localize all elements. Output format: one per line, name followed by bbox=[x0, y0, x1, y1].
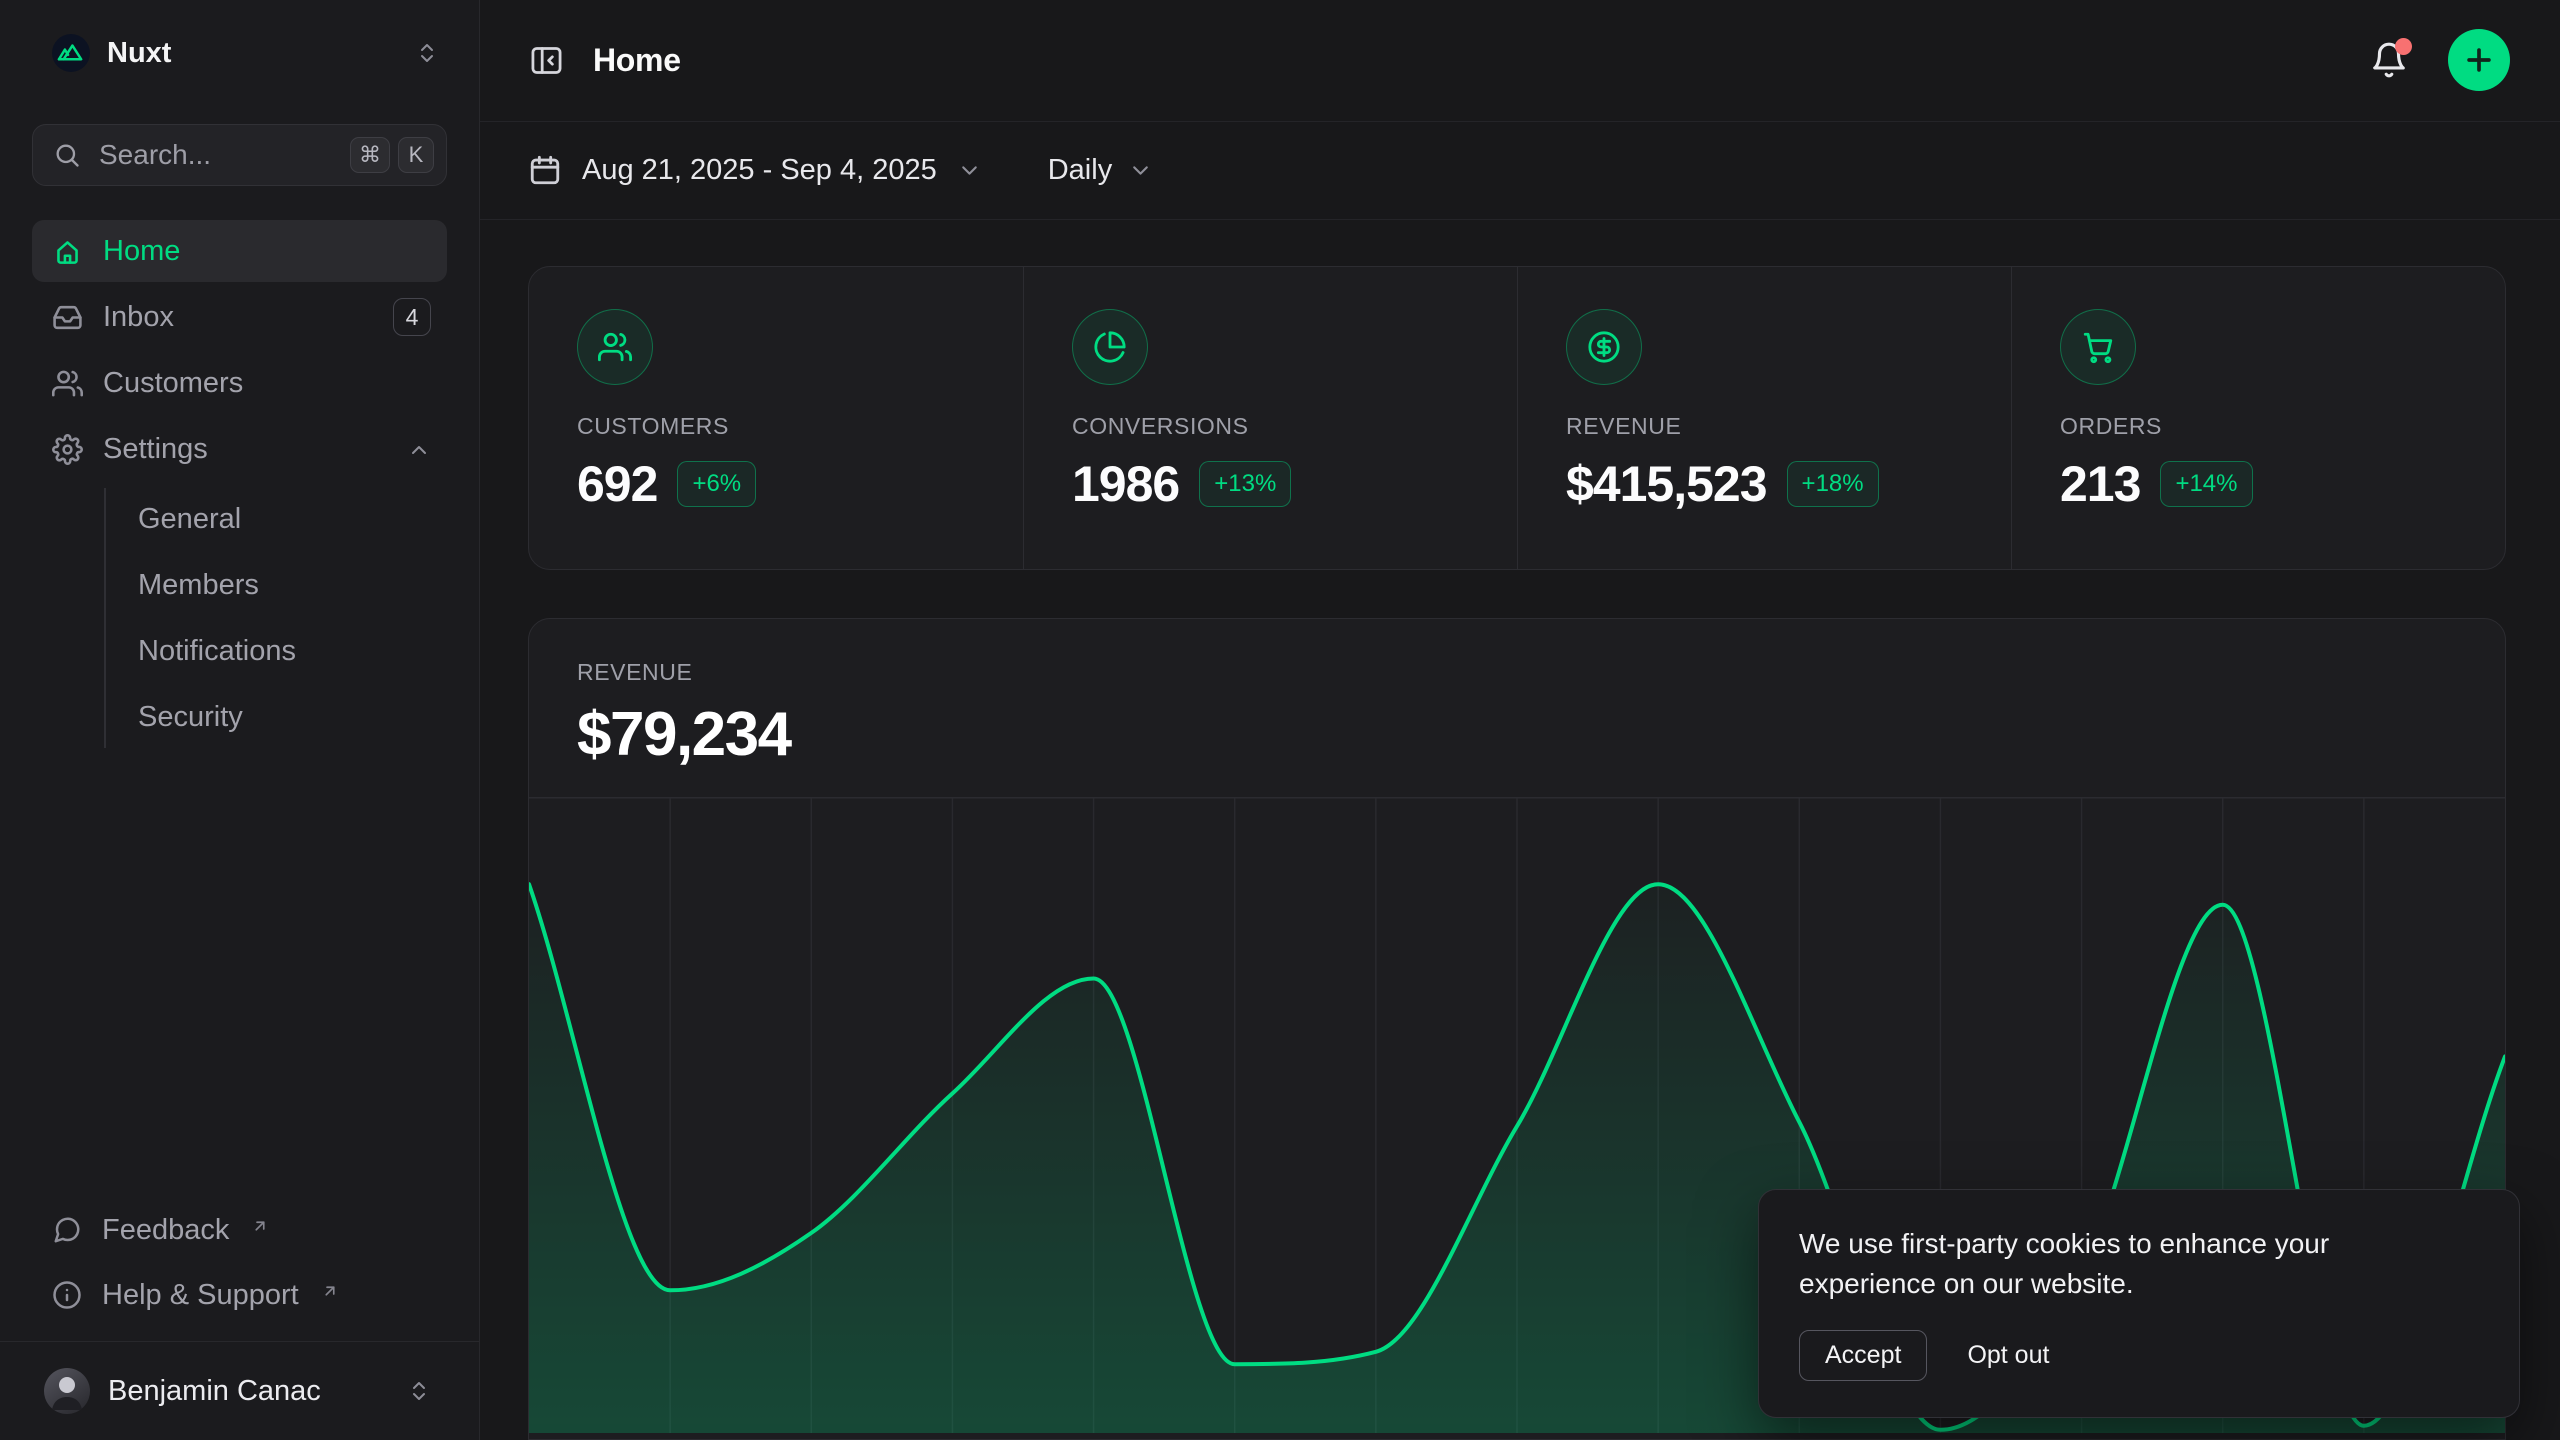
opt-out-button[interactable]: Opt out bbox=[1967, 1341, 2049, 1370]
accept-button[interactable]: Accept bbox=[1799, 1330, 1927, 1381]
stat-orders: ORDERS 213 +14% bbox=[2011, 267, 2505, 569]
cookie-banner: We use first-party cookies to enhance yo… bbox=[1758, 1189, 2520, 1418]
stat-value: 1986 bbox=[1072, 455, 1179, 513]
sidebar-item-label: Customers bbox=[103, 367, 243, 400]
sidebar-item-general[interactable]: General bbox=[106, 488, 415, 550]
header-right bbox=[2370, 29, 2510, 91]
sidebar-item-feedback[interactable]: Feedback bbox=[32, 1202, 447, 1258]
search-shortcut: ⌘ K bbox=[350, 137, 434, 173]
cookie-message: We use first-party cookies to enhance yo… bbox=[1799, 1224, 2459, 1304]
users-icon bbox=[577, 309, 653, 385]
sidebar-item-label: Feedback bbox=[102, 1214, 229, 1247]
inbox-unread-badge: 4 bbox=[393, 298, 431, 336]
chevron-down-icon bbox=[957, 158, 982, 183]
chevrons-up-down-icon bbox=[407, 1379, 431, 1403]
stat-value: 213 bbox=[2060, 455, 2140, 513]
chevrons-up-down-icon bbox=[415, 41, 439, 65]
revenue-label: REVENUE bbox=[577, 659, 2457, 686]
revenue-total-value: $79,234 bbox=[577, 699, 2457, 770]
nuxt-logo bbox=[52, 34, 90, 72]
panel-left-close-icon[interactable] bbox=[528, 42, 565, 79]
plus-icon bbox=[2462, 43, 2496, 77]
sidebar-item-help-support[interactable]: Help & Support bbox=[32, 1267, 447, 1323]
search-input[interactable]: Search... ⌘ K bbox=[32, 124, 447, 186]
cookie-actions: Accept Opt out bbox=[1799, 1330, 2479, 1381]
message-circle-icon bbox=[52, 1215, 82, 1245]
main-header: Home bbox=[480, 0, 2560, 122]
sidebar-item-label: Settings bbox=[103, 433, 208, 466]
settings-children: General Members Notifications Security bbox=[104, 488, 415, 748]
sidebar-nav: Home Inbox 4 Customers Settings bbox=[32, 220, 447, 748]
sidebar-item-home[interactable]: Home bbox=[32, 220, 447, 282]
sidebar-item-security[interactable]: Security bbox=[106, 686, 415, 748]
sidebar-item-label: Help & Support bbox=[102, 1279, 299, 1312]
granularity-select[interactable]: Daily bbox=[1048, 154, 1153, 187]
date-range-label: Aug 21, 2025 - Sep 4, 2025 bbox=[582, 154, 937, 187]
sidebar-item-label: Home bbox=[103, 235, 180, 268]
stat-delta-badge: +13% bbox=[1199, 461, 1291, 507]
inbox-icon bbox=[52, 302, 83, 333]
stat-label: REVENUE bbox=[1566, 413, 1963, 440]
sidebar-user-section: Benjamin Canac bbox=[0, 1341, 479, 1440]
gear-icon bbox=[52, 434, 83, 465]
stat-label: ORDERS bbox=[2060, 413, 2457, 440]
stat-customers: CUSTOMERS 692 +6% bbox=[529, 267, 1023, 569]
search-icon bbox=[53, 141, 81, 169]
arrow-up-right-icon bbox=[321, 1275, 339, 1293]
sidebar-footer-nav: Feedback Help & Support bbox=[32, 1202, 447, 1323]
stat-value: 692 bbox=[577, 455, 657, 513]
sidebar-item-settings[interactable]: Settings bbox=[32, 418, 447, 480]
stat-label: CONVERSIONS bbox=[1072, 413, 1469, 440]
header-left: Home bbox=[528, 42, 681, 79]
pie-chart-icon bbox=[1072, 309, 1148, 385]
shopping-cart-icon bbox=[2060, 309, 2136, 385]
stat-delta-badge: +6% bbox=[677, 461, 756, 507]
date-range-picker[interactable]: Aug 21, 2025 - Sep 4, 2025 bbox=[528, 153, 982, 187]
search-placeholder: Search... bbox=[99, 139, 332, 171]
sidebar-item-label: Inbox bbox=[103, 301, 174, 334]
user-menu-button[interactable]: Benjamin Canac bbox=[32, 1364, 447, 1418]
sidebar-item-customers[interactable]: Customers bbox=[32, 352, 447, 414]
notification-dot bbox=[2395, 38, 2412, 55]
calendar-icon bbox=[528, 153, 562, 187]
stat-delta-badge: +14% bbox=[2160, 461, 2252, 507]
stat-label: CUSTOMERS bbox=[577, 413, 975, 440]
stat-conversions: CONVERSIONS 1986 +13% bbox=[1023, 267, 1517, 569]
sidebar-spacer bbox=[0, 748, 479, 1202]
sidebar-item-members[interactable]: Members bbox=[106, 554, 415, 616]
notifications-button[interactable] bbox=[2370, 41, 2408, 79]
stat-value: $415,523 bbox=[1566, 455, 1767, 513]
kbd-cmd: ⌘ bbox=[350, 137, 390, 173]
team-switcher[interactable]: Nuxt bbox=[32, 26, 455, 80]
sidebar-item-inbox[interactable]: Inbox 4 bbox=[32, 286, 447, 348]
info-icon bbox=[52, 1280, 82, 1310]
stat-revenue: REVENUE $415,523 +18% bbox=[1517, 267, 2011, 569]
arrow-up-right-icon bbox=[251, 1210, 269, 1228]
stat-delta-badge: +18% bbox=[1787, 461, 1879, 507]
sidebar: Nuxt Search... ⌘ K Home bbox=[0, 0, 480, 1440]
add-new-button[interactable] bbox=[2448, 29, 2510, 91]
house-icon bbox=[52, 236, 83, 267]
avatar bbox=[44, 1368, 90, 1414]
granularity-label: Daily bbox=[1048, 154, 1112, 187]
dollar-circle-icon bbox=[1566, 309, 1642, 385]
revenue-card-header: REVENUE $79,234 bbox=[529, 619, 2505, 770]
sidebar-item-notifications[interactable]: Notifications bbox=[106, 620, 415, 682]
filter-bar: Aug 21, 2025 - Sep 4, 2025 Daily bbox=[480, 122, 2560, 220]
chevron-down-icon bbox=[1128, 158, 1153, 183]
users-icon bbox=[52, 368, 83, 399]
brand-name: Nuxt bbox=[107, 37, 171, 70]
chevron-up-icon bbox=[407, 437, 431, 461]
user-name: Benjamin Canac bbox=[108, 1375, 321, 1408]
kbd-k: K bbox=[398, 137, 434, 173]
stats-card: CUSTOMERS 692 +6% CONVERSIONS 1986 +13% bbox=[528, 266, 2506, 570]
page-title: Home bbox=[593, 42, 681, 79]
